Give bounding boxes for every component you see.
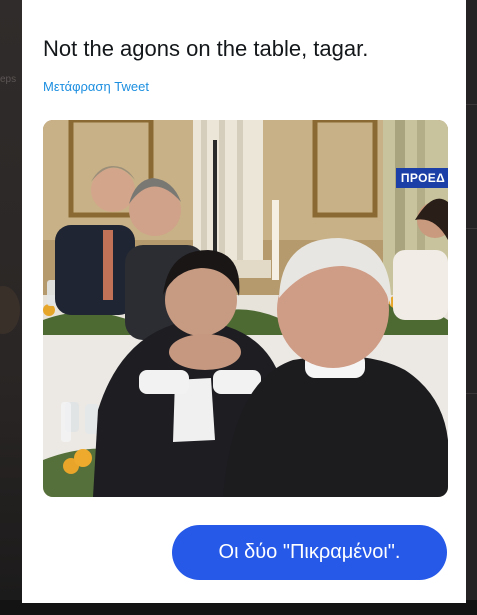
background-divider — [466, 393, 477, 394]
translate-tweet-link[interactable]: Μετάφραση Tweet — [43, 79, 149, 95]
background-divider — [466, 228, 477, 229]
background-avatar-fragment — [0, 286, 20, 334]
background-text-fragment: eps — [0, 74, 17, 85]
tweet-card[interactable]: Not the agons on the table, tagar. Μετάφ… — [22, 0, 466, 603]
caption-bubble[interactable]: Οι δύο "Πικραμένοι". — [172, 525, 447, 580]
tweet-text: Not the agons on the table, tagar. — [43, 36, 369, 61]
background-divider — [466, 104, 477, 105]
broadcast-channel-badge: ΠΡΟΕΔ — [395, 168, 448, 188]
background-app-left-edge: eps — [0, 0, 22, 615]
background-app-right-edge — [466, 0, 477, 615]
banquet-photo — [43, 120, 448, 497]
tweet-media-image[interactable]: ΠΡΟΕΔ — [43, 120, 448, 497]
screen: eps Not the agons on the table, tagar. Μ… — [0, 0, 477, 615]
